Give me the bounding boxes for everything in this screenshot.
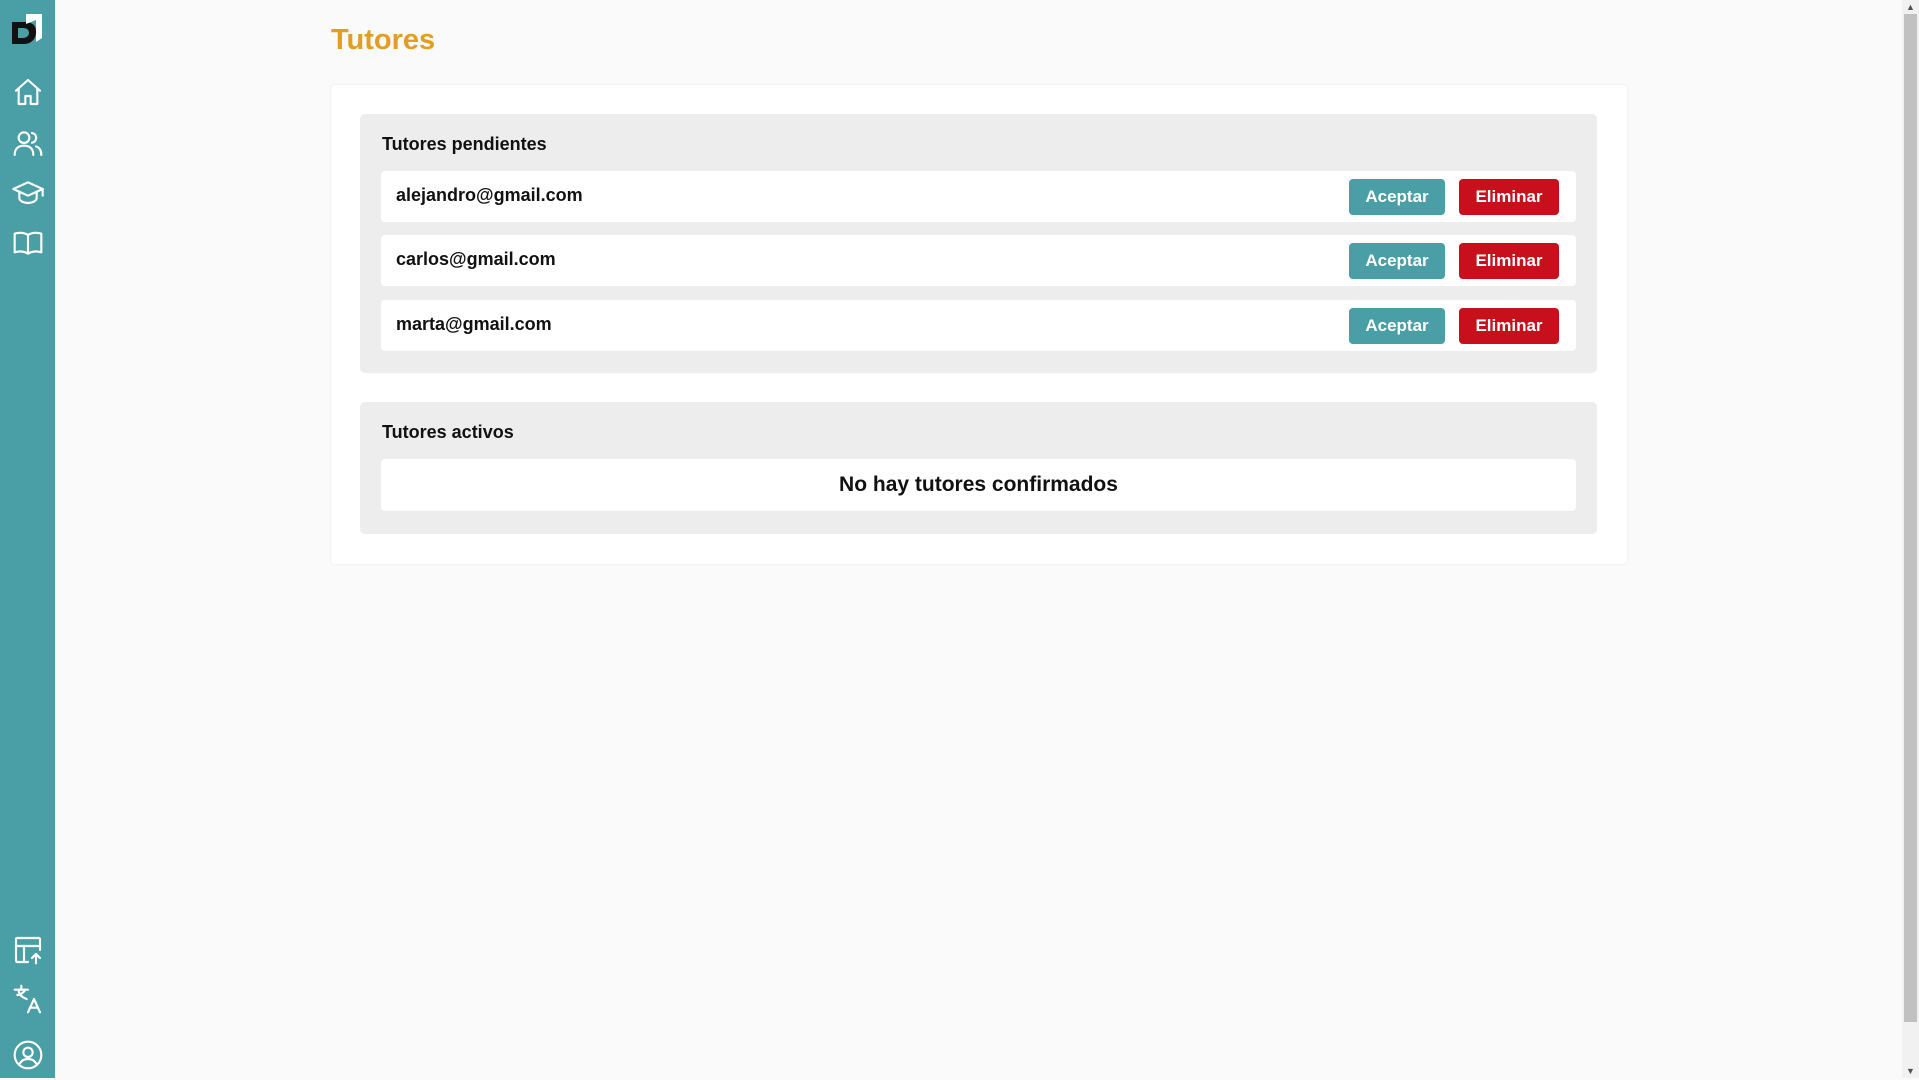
- active-tutors-section: Tutores activos No hay tutores confirmad…: [360, 402, 1597, 534]
- scrollbar-thumb[interactable]: [1904, 14, 1917, 1022]
- tutor-email: carlos@gmail.com: [396, 249, 556, 269]
- accept-button[interactable]: Aceptar: [1349, 243, 1445, 279]
- users-icon[interactable]: [0, 118, 55, 168]
- scroll-down-arrow-icon[interactable]: ▼: [1906, 1066, 1915, 1076]
- translate-icon[interactable]: [0, 974, 55, 1024]
- sidebar: [0, 0, 55, 1078]
- pending-tutors-section: Tutores pendientes alejandro@gmail.com A…: [360, 114, 1597, 373]
- accept-button[interactable]: Aceptar: [1349, 179, 1445, 215]
- user-circle-icon[interactable]: [0, 1030, 55, 1080]
- delete-button[interactable]: Eliminar: [1459, 179, 1559, 215]
- home-icon[interactable]: [0, 67, 55, 117]
- page-title: Tutores: [331, 24, 436, 56]
- tutors-card: Tutores pendientes alejandro@gmail.com A…: [331, 85, 1627, 564]
- active-tutors-title: Tutores activos: [382, 422, 514, 442]
- empty-state-message: No hay tutores confirmados: [381, 459, 1576, 511]
- accept-button[interactable]: Aceptar: [1349, 308, 1445, 344]
- tutor-email: alejandro@gmail.com: [396, 185, 583, 205]
- scroll-up-arrow-icon[interactable]: ▲: [1906, 2, 1915, 12]
- pending-tutor-row: carlos@gmail.com Aceptar Eliminar: [381, 235, 1576, 286]
- delete-button[interactable]: Eliminar: [1459, 308, 1559, 344]
- delete-button[interactable]: Eliminar: [1459, 243, 1559, 279]
- pending-tutor-row: alejandro@gmail.com Aceptar Eliminar: [381, 171, 1576, 222]
- pending-tutor-row: marta@gmail.com Aceptar Eliminar: [381, 300, 1576, 351]
- pending-tutors-title: Tutores pendientes: [382, 134, 547, 154]
- table-upload-icon[interactable]: [0, 925, 55, 975]
- graduation-cap-icon[interactable]: [0, 168, 55, 218]
- tutor-email: marta@gmail.com: [396, 314, 552, 334]
- book-icon[interactable]: [0, 218, 55, 268]
- app-logo[interactable]: [10, 12, 44, 46]
- page-scrollbar[interactable]: ▲ ▼: [1902, 0, 1919, 1078]
